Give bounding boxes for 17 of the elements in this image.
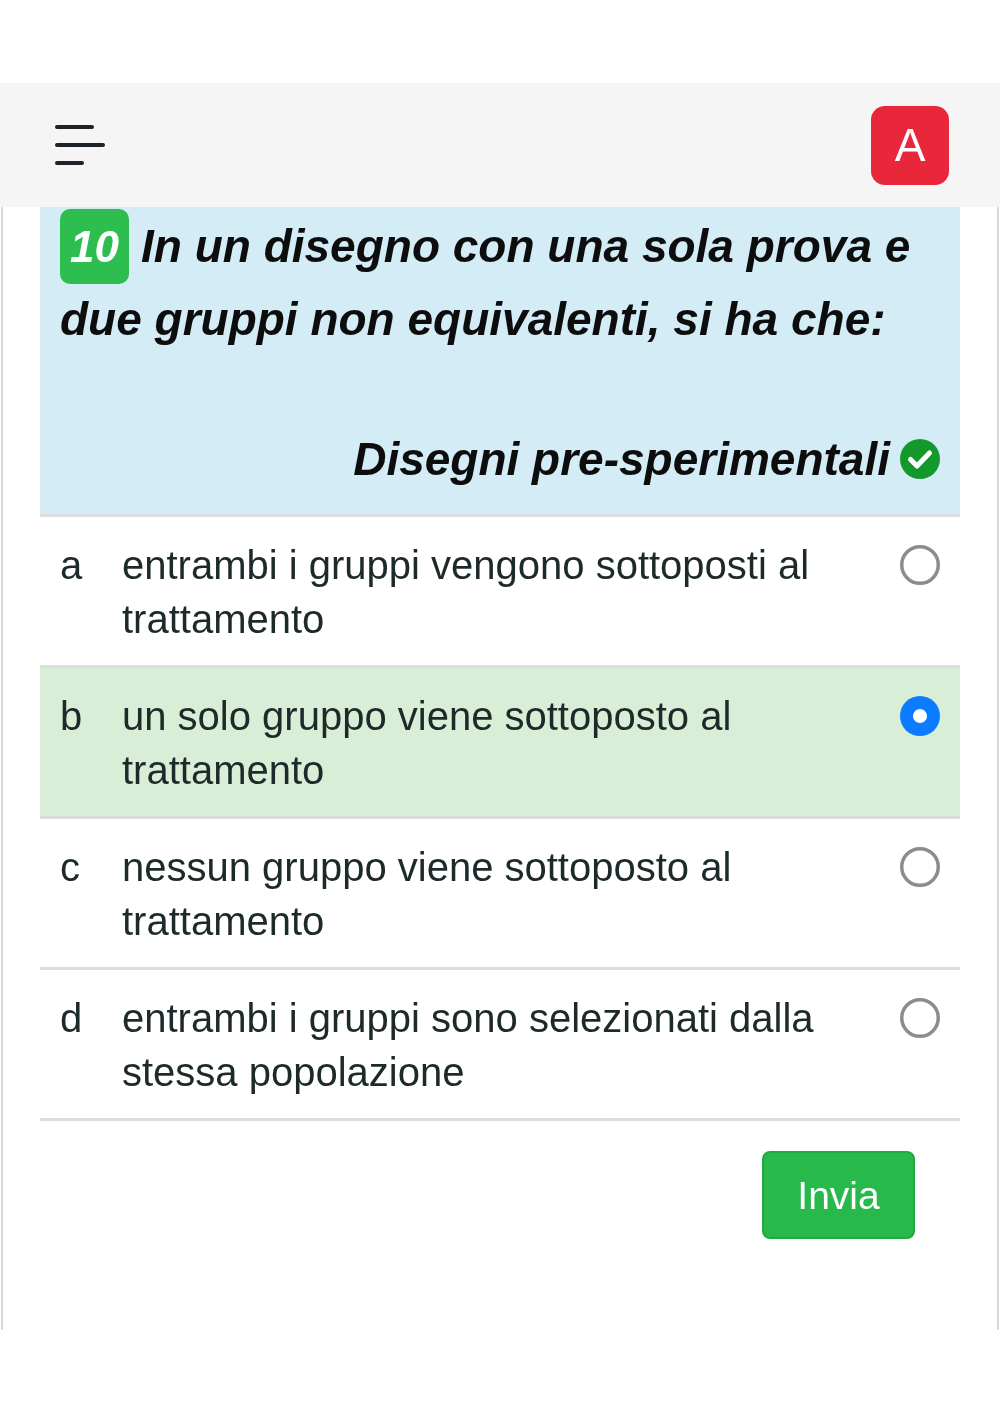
option-letter: a (60, 542, 84, 590)
radio-button[interactable] (900, 998, 940, 1039)
option-letter: b (60, 693, 84, 741)
option-text: nessun gruppo viene sottoposto al trattamento (122, 844, 733, 946)
option-text: un solo gruppo viene sottoposto al trattamento (122, 693, 733, 795)
selected-answer: Disegni pre-sperimentali (353, 432, 890, 488)
option-letter: c (60, 844, 81, 892)
radio-button[interactable] (900, 696, 940, 737)
question-title: 10 In un disegno con una sola prova e due gruppi non equivalenti, si ha che: (60, 211, 940, 355)
avatar[interactable]: A (871, 105, 949, 185)
option-row[interactable]: b un solo gruppo viene sottoposto al trattamento (40, 668, 960, 820)
option-letter: d (60, 995, 84, 1043)
radio-button[interactable] (900, 545, 940, 586)
menu-icon[interactable] (55, 125, 105, 165)
option-text: entrambi i gruppi vengono sottoposti al trattamento (122, 542, 811, 644)
radio-button[interactable] (900, 847, 940, 888)
option-text: entrambi i gruppi sono selezionati dalla stessa popolazione (122, 995, 815, 1097)
